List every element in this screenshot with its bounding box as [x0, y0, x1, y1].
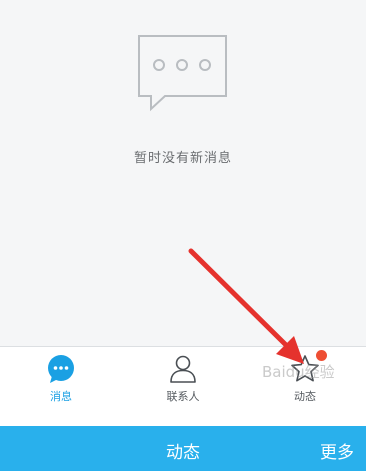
tab-contacts[interactable]: 联系人 [122, 347, 244, 405]
person-icon [170, 355, 196, 383]
tab-label: 联系人 [166, 390, 200, 403]
screen: 暂时没有新消息 消息 联系人 动态 动态 更多 Baidu经验 [0, 0, 366, 471]
tab-label: 消息 [50, 390, 72, 403]
feed-header-bar: 动态 更多 [0, 426, 366, 471]
tab-messages[interactable]: 消息 [0, 347, 122, 405]
empty-state-text: 暂时没有新消息 [133, 151, 232, 166]
more-button[interactable]: 更多 [320, 438, 354, 463]
notification-badge [316, 350, 327, 361]
spacer [0, 404, 366, 426]
speech-bubble-ellipsis-icon [138, 35, 227, 112]
watermark: Baidu经验 [262, 363, 335, 381]
feed-title: 动态 [166, 443, 200, 463]
message-list-area: 暂时没有新消息 [0, 0, 366, 346]
tab-label: 动态 [294, 390, 316, 403]
message-bubble-icon [48, 355, 74, 383]
